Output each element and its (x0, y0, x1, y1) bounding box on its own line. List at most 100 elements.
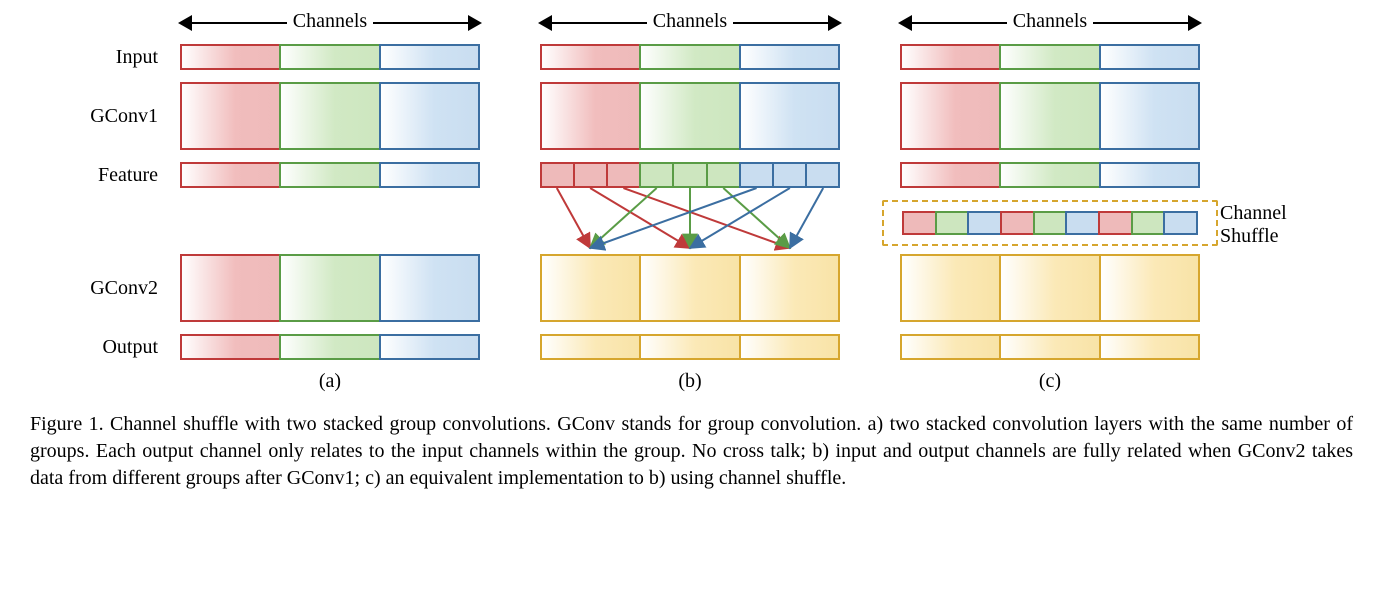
segment-red (180, 254, 281, 322)
segment-blue (1099, 82, 1200, 150)
segment-yellow (639, 254, 740, 322)
segment-blue (379, 162, 480, 188)
segment-blue (379, 44, 480, 70)
label-output: Output (30, 334, 158, 360)
segment-blue (379, 334, 480, 360)
label-gconv1: GConv1 (30, 82, 158, 150)
channels-text: Channels (1007, 10, 1093, 32)
segment-yellow (999, 334, 1100, 360)
label-gconv2: GConv2 (30, 254, 158, 322)
figure-caption: Figure 1. Channel shuffle with two stack… (30, 411, 1353, 492)
channels-text: Channels (647, 10, 733, 32)
sub-group (902, 211, 1002, 235)
b-gconv1 (540, 82, 840, 150)
sub-segment-blue (739, 162, 774, 188)
sub-segment-red (540, 162, 575, 188)
sub-group (1000, 211, 1100, 235)
segment-red (540, 82, 641, 150)
channels-label: Channels (540, 10, 840, 36)
sublabel-c: (c) (900, 370, 1200, 393)
sub-group (1098, 211, 1198, 235)
sub-segment-blue (772, 162, 807, 188)
segment-blue (1099, 162, 1200, 188)
sub-segment-green (639, 162, 674, 188)
segment-yellow (540, 334, 641, 360)
sub-group (639, 162, 740, 188)
sublabel-b: (b) (540, 370, 840, 393)
segment-red (900, 44, 1001, 70)
sub-segment-blue (1065, 211, 1100, 235)
a-output (180, 334, 480, 360)
sub-segment-blue (967, 211, 1002, 235)
sub-segment-green (1033, 211, 1068, 235)
label-input: Input (30, 44, 158, 70)
sub-group (739, 162, 840, 188)
label-feature: Feature (30, 162, 158, 188)
c-shuffled (902, 211, 1198, 235)
b-feature (540, 162, 840, 188)
segment-red (900, 82, 1001, 150)
a-input (180, 44, 480, 70)
segment-red (180, 44, 281, 70)
segment-red (540, 44, 641, 70)
segment-green (279, 162, 380, 188)
segment-yellow (639, 334, 740, 360)
sub-segment-green (1131, 211, 1166, 235)
sub-group (540, 162, 641, 188)
segment-green (279, 82, 380, 150)
sub-segment-blue (805, 162, 840, 188)
segment-yellow (1099, 254, 1200, 322)
column-c: Channels (c) (900, 10, 1200, 393)
segment-blue (739, 82, 840, 150)
segment-blue (739, 44, 840, 70)
segment-green (279, 254, 380, 322)
sub-segment-green (935, 211, 970, 235)
segment-yellow (1099, 334, 1200, 360)
a-gconv2 (180, 254, 480, 322)
segment-green (279, 44, 380, 70)
segment-yellow (999, 254, 1100, 322)
channels-text: Channels (287, 10, 373, 32)
segment-red (180, 334, 281, 360)
channels-label: Channels (180, 10, 480, 36)
sub-segment-red (573, 162, 608, 188)
channels-label: Channels (900, 10, 1200, 36)
sub-segment-red (1098, 211, 1133, 235)
column-a: Channels (a) (180, 10, 480, 393)
row-labels: Input GConv1 Feature GConv2 Output (30, 10, 180, 360)
segment-green (999, 44, 1100, 70)
segment-blue (379, 82, 480, 150)
channel-shuffle-label: ChannelShuffle (1220, 202, 1340, 248)
b-input (540, 44, 840, 70)
segment-yellow (739, 334, 840, 360)
c-input (900, 44, 1200, 70)
segment-yellow (540, 254, 641, 322)
b-output (540, 334, 840, 360)
segment-green (999, 82, 1100, 150)
b-arrows (540, 186, 840, 256)
segment-blue (1099, 44, 1200, 70)
segment-yellow (900, 334, 1001, 360)
c-gconv2 (900, 254, 1200, 322)
segment-green (279, 334, 380, 360)
segment-blue (379, 254, 480, 322)
sub-segment-green (706, 162, 741, 188)
sub-segment-red (1000, 211, 1035, 235)
sub-segment-blue (1163, 211, 1198, 235)
sub-segment-red (606, 162, 641, 188)
segment-red (900, 162, 1001, 188)
a-gconv1 (180, 82, 480, 150)
segment-red (180, 162, 281, 188)
segment-yellow (739, 254, 840, 322)
column-b: Channels (b) (540, 10, 840, 393)
sub-segment-green (672, 162, 707, 188)
shuffle-box (882, 200, 1218, 246)
sub-segment-red (902, 211, 937, 235)
segment-green (639, 44, 740, 70)
c-feature (900, 162, 1200, 188)
segment-green (639, 82, 740, 150)
segment-green (999, 162, 1100, 188)
c-output (900, 334, 1200, 360)
b-gconv2 (540, 254, 840, 322)
segment-yellow (900, 254, 1001, 322)
